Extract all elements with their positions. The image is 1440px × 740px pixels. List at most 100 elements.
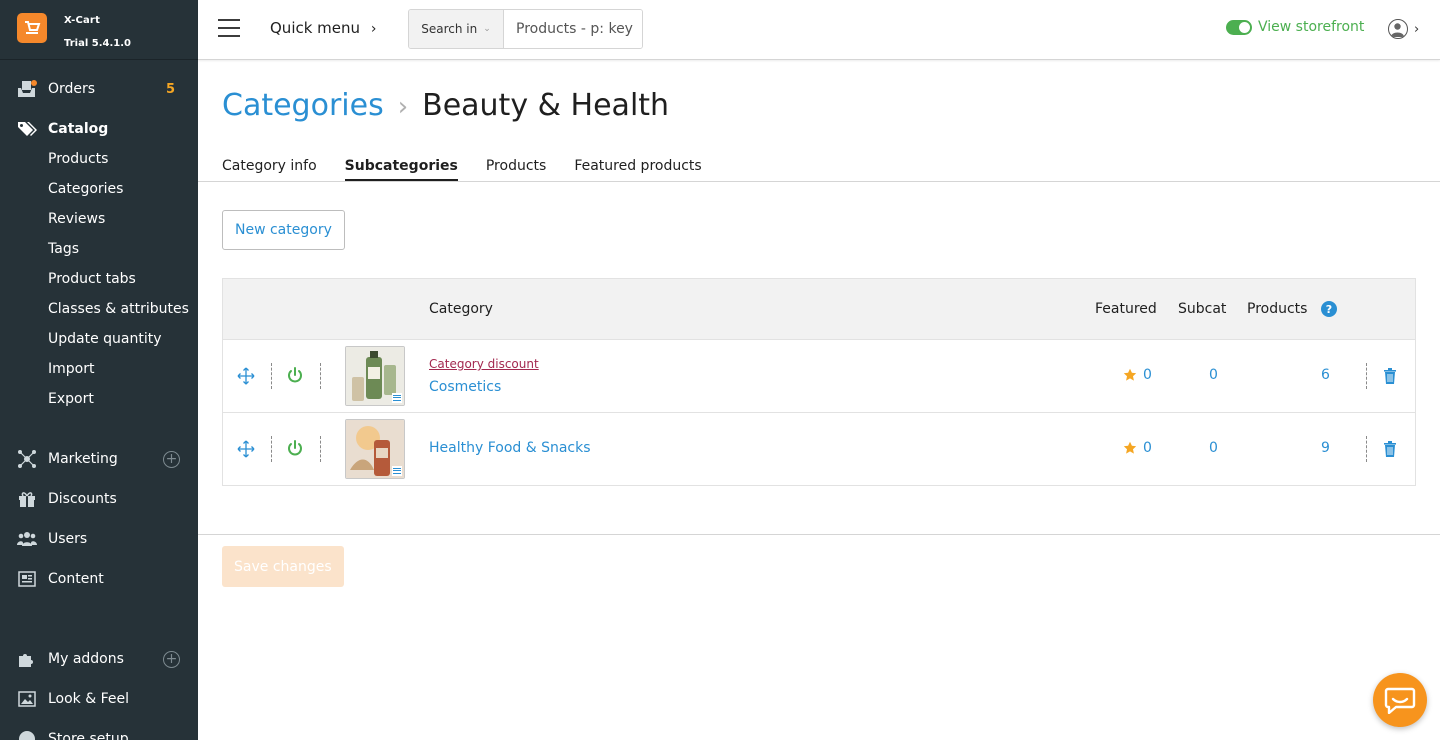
sidebar-subitem-export[interactable]: Export (0, 384, 198, 414)
info-icon (17, 729, 37, 740)
move-icon[interactable] (237, 367, 255, 389)
products-count[interactable]: 9 (1321, 440, 1330, 456)
tags-icon (17, 119, 37, 139)
power-icon[interactable] (287, 367, 303, 388)
storefront-toggle[interactable] (1226, 19, 1252, 35)
add-marketing-icon[interactable]: + (163, 450, 180, 468)
sidebar-subitem-reviews[interactable]: Reviews (0, 204, 198, 234)
search-in-dropdown[interactable]: Search in ⌄ (409, 10, 504, 48)
sidebar-subitem-classes-attributes[interactable]: Classes & attributes (0, 294, 198, 324)
user-menu[interactable]: › (1388, 19, 1419, 39)
view-storefront-link[interactable]: View storefront (1226, 19, 1364, 35)
tab-subcategories[interactable]: Subcategories (344, 158, 458, 181)
category-discount-link[interactable]: Category discount (429, 357, 539, 371)
sidebar-subitem-categories[interactable]: Categories (0, 174, 198, 204)
footer-divider (198, 534, 1440, 535)
xcart-logo-icon[interactable] (17, 13, 47, 43)
page-title: Beauty & Health (422, 88, 670, 123)
image-icon (17, 689, 37, 709)
table-header: Category Featured Subcat Products ? (223, 279, 1415, 340)
sidebar-item-users[interactable]: Users (0, 524, 198, 554)
sidebar-item-marketing[interactable]: Marketing + (0, 444, 198, 474)
search-box: Search in ⌄ (408, 9, 643, 49)
sidebar-item-label: Store setup (48, 731, 129, 740)
storefront-label: View storefront (1258, 19, 1365, 35)
column-header-category[interactable]: Category (429, 301, 493, 317)
column-header-subcat[interactable]: Subcat (1178, 301, 1226, 317)
trash-icon[interactable] (1383, 368, 1397, 388)
chat-icon[interactable] (1373, 673, 1427, 727)
sidebar-item-label: Orders (48, 81, 96, 97)
trash-icon[interactable] (1383, 441, 1397, 461)
sidebar-item-label: Content (48, 571, 104, 587)
sidebar-item-store-setup[interactable]: Store setup (0, 724, 198, 740)
featured-count[interactable]: 0 (1123, 367, 1152, 383)
sidebar-item-orders[interactable]: Orders 5 (0, 74, 198, 104)
sidebar-item-label: Users (48, 531, 88, 547)
divider (1366, 436, 1367, 462)
marketing-icon (17, 449, 37, 469)
save-changes-button[interactable]: Save changes (222, 546, 344, 587)
tabs: Category info Subcategories Products Fea… (222, 158, 702, 181)
table-row: Category discount Cosmetics 0 0 6 (223, 340, 1415, 413)
tab-featured-products[interactable]: Featured products (574, 158, 701, 181)
menu-icon (392, 393, 402, 403)
breadcrumb-categories-link[interactable]: Categories (222, 88, 384, 123)
main-content: Categories › Beauty & Health Category in… (198, 60, 1440, 740)
chevron-right-icon: › (370, 21, 377, 37)
sidebar-item-label: Catalog (48, 121, 109, 137)
sidebar-subitem-import[interactable]: Import (0, 354, 198, 384)
sidebar-subitem-tags[interactable]: Tags (0, 234, 198, 264)
category-name-link[interactable]: Cosmetics (429, 379, 501, 395)
tab-category-info[interactable]: Category info (222, 158, 317, 181)
column-header-featured[interactable]: Featured (1095, 301, 1157, 317)
divider (271, 363, 272, 389)
top-header: Quick menu › Search in ⌄ View storefront… (198, 0, 1440, 60)
products-count[interactable]: 6 (1321, 367, 1330, 383)
category-name-link[interactable]: Healthy Food & Snacks (429, 440, 591, 456)
content-icon (17, 569, 37, 589)
power-icon[interactable] (287, 440, 303, 461)
divider (320, 436, 321, 462)
sidebar-item-catalog[interactable]: Catalog (0, 114, 198, 144)
sidebar-subitem-update-quantity[interactable]: Update quantity (0, 324, 198, 354)
search-input[interactable] (504, 10, 642, 48)
category-thumbnail-cosmetics[interactable] (345, 346, 405, 406)
featured-value: 0 (1143, 440, 1152, 456)
brand-name: X-Cart (64, 15, 101, 26)
search-in-label: Search in (421, 22, 478, 36)
subcat-count[interactable]: 0 (1209, 440, 1218, 456)
divider (271, 436, 272, 462)
subcategories-table: Category Featured Subcat Products ? Cate… (222, 278, 1416, 486)
hamburger-menu-icon[interactable] (218, 19, 240, 37)
sidebar: X-Cart Trial 5.4.1.0 Orders 5 Catalog Pr… (0, 0, 198, 740)
sidebar-item-look-feel[interactable]: Look & Feel (0, 684, 198, 714)
users-icon (17, 529, 37, 549)
sidebar-subitem-product-tabs[interactable]: Product tabs (0, 264, 198, 294)
subcat-count[interactable]: 0 (1209, 367, 1218, 383)
quick-menu-button[interactable]: Quick menu › (270, 19, 376, 37)
sidebar-item-label: My addons (48, 651, 124, 667)
featured-count[interactable]: 0 (1123, 440, 1152, 456)
puzzle-icon (17, 649, 37, 669)
new-category-button[interactable]: New category (222, 210, 345, 250)
sidebar-item-discounts[interactable]: Discounts (0, 484, 198, 514)
sidebar-item-label: Marketing (48, 451, 118, 467)
brand-version: Trial 5.4.1.0 (64, 38, 131, 49)
orders-count-badge: 5 (165, 81, 175, 97)
sidebar-subitem-products[interactable]: Products (0, 144, 198, 174)
star-icon (1123, 368, 1137, 381)
featured-value: 0 (1143, 367, 1152, 383)
sidebar-item-content[interactable]: Content (0, 564, 198, 594)
breadcrumb: Categories › Beauty & Health (222, 88, 669, 123)
tab-products[interactable]: Products (486, 158, 546, 181)
divider (320, 363, 321, 389)
chevron-down-icon: ⌄ (483, 24, 491, 34)
help-icon[interactable]: ? (1321, 301, 1337, 317)
sidebar-item-my-addons[interactable]: My addons + (0, 644, 198, 674)
table-row: Healthy Food & Snacks 0 0 9 (223, 413, 1415, 485)
move-icon[interactable] (237, 440, 255, 462)
add-addon-icon[interactable]: + (163, 650, 180, 668)
category-thumbnail-healthy-food[interactable] (345, 419, 405, 479)
column-header-products[interactable]: Products (1247, 301, 1307, 317)
